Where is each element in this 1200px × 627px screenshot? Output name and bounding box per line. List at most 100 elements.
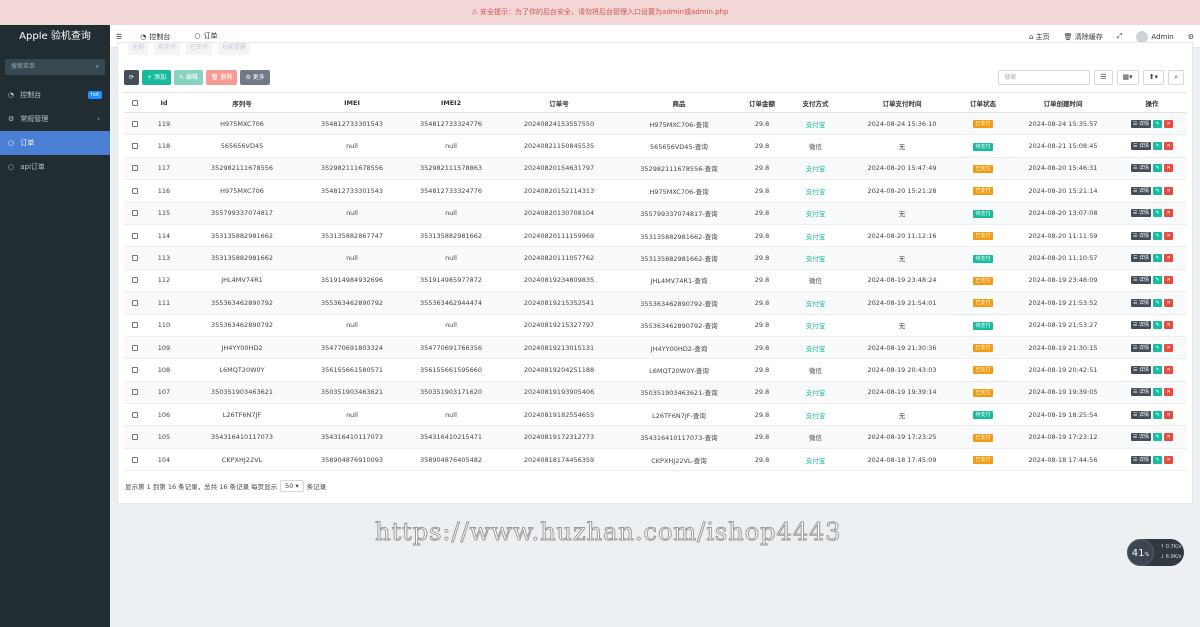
detail-button[interactable]: ☰ 详情 [1130, 119, 1152, 128]
table-row[interactable]: 114 353135882981662 353135882867747 3531358… [124, 224, 1187, 248]
edit-row-button[interactable]: ✎ [1153, 298, 1163, 307]
columns-button[interactable]: ▦▾ [1116, 70, 1139, 85]
row-checkbox[interactable] [132, 322, 138, 329]
detail-button[interactable]: ☰ 详情 [1130, 276, 1152, 285]
menu-search-input[interactable]: 搜索菜单 ⌕ [5, 59, 105, 75]
user-menu[interactable]: Admin [1136, 30, 1174, 43]
detail-button[interactable]: ☰ 详情 [1130, 388, 1152, 397]
edit-row-button[interactable]: ✎ [1153, 142, 1163, 151]
tab-all[interactable]: 全部 [128, 43, 149, 55]
table-row[interactable]: 116 H975MXC706 354812733301543 354812733324… [124, 179, 1187, 203]
detail-button[interactable]: ☰ 详情 [1130, 343, 1152, 352]
col-serial[interactable]: 序列号 [182, 92, 302, 113]
delete-row-button[interactable]: ✕ [1164, 410, 1174, 419]
edit-row-button[interactable]: ✎ [1153, 321, 1163, 330]
row-checkbox[interactable] [132, 120, 138, 127]
row-checkbox[interactable] [132, 411, 138, 418]
detail-button[interactable]: ☰ 详情 [1130, 164, 1152, 173]
delete-row-button[interactable]: ✕ [1164, 142, 1174, 151]
col-imei[interactable]: IMEI [302, 92, 402, 113]
detail-button[interactable]: ☰ 详情 [1130, 254, 1152, 263]
search-button[interactable]: ⌕ [1168, 70, 1184, 85]
add-button[interactable]: + 添加 [142, 70, 171, 85]
delete-row-button[interactable]: ✕ [1164, 388, 1174, 397]
delete-row-button[interactable]: ✕ [1164, 321, 1174, 330]
detail-button[interactable]: ☰ 详情 [1130, 142, 1152, 151]
row-checkbox[interactable] [132, 187, 138, 194]
delete-row-button[interactable]: ✕ [1164, 365, 1174, 374]
table-search-input[interactable]: 搜索 [998, 70, 1091, 85]
col-id[interactable]: Id [146, 92, 182, 113]
row-checkbox[interactable] [132, 210, 138, 217]
tab-unpaid[interactable]: 待支付 [154, 43, 181, 55]
delete-row-button[interactable]: ✕ [1164, 455, 1174, 464]
table-row[interactable]: 111 355363462890792 355363462890792 3553634… [124, 291, 1187, 315]
detail-button[interactable]: ☰ 详情 [1130, 365, 1152, 374]
table-row[interactable]: 104 CKPXHJ22VL 358904876910093 358904876405… [124, 448, 1187, 472]
sidebar-item-general[interactable]: ⚙ 常规管理 ‹ [0, 107, 110, 131]
delete-row-button[interactable]: ✕ [1164, 276, 1174, 285]
table-row[interactable]: 105 354316410117073 354316410117073 3543164… [124, 425, 1187, 449]
page-size-select[interactable]: 50 ▾ [280, 480, 304, 492]
home-link[interactable]: ⌂ 主页 [1029, 32, 1050, 42]
clear-cache-button[interactable]: 🗑 清除缓存 [1064, 32, 1103, 42]
row-checkbox[interactable] [132, 456, 138, 463]
delete-row-button[interactable]: ✕ [1164, 254, 1174, 263]
table-row[interactable]: 118 565656VD45 null null 20240821150845535 56… [124, 134, 1187, 158]
toggle-view-button[interactable]: ☰ [1094, 70, 1113, 85]
edit-row-button[interactable]: ✎ [1153, 388, 1163, 397]
delete-row-button[interactable]: ✕ [1164, 231, 1174, 240]
edit-row-button[interactable]: ✎ [1153, 433, 1163, 442]
table-row[interactable]: 107 350351903463621 350351903463621 3503519… [124, 381, 1187, 405]
sidebar-item-api-orders[interactable]: ○ api订单 [0, 155, 110, 179]
table-row[interactable]: 112 JHL4MV74R1 351914984932696 351914985977… [124, 269, 1187, 293]
delete-row-button[interactable]: ✕ [1164, 186, 1174, 195]
detail-button[interactable]: ☰ 详情 [1130, 321, 1152, 330]
detail-button[interactable]: ☰ 详情 [1130, 410, 1152, 419]
tab-paid[interactable]: 已支付 [186, 43, 213, 55]
row-checkbox[interactable] [132, 255, 138, 262]
fullscreen-icon[interactable]: ⤢ [1117, 32, 1123, 41]
export-button[interactable]: ⬆▾ [1142, 70, 1165, 85]
select-all-checkbox[interactable] [132, 99, 138, 106]
network-widget[interactable]: 41% ↑ 0.7K/s ↓ 6.9K/s [1127, 539, 1184, 566]
delete-row-button[interactable]: ✕ [1164, 433, 1174, 442]
delete-row-button[interactable]: ✕ [1164, 209, 1174, 218]
row-checkbox[interactable] [132, 232, 138, 239]
edit-row-button[interactable]: ✎ [1153, 410, 1163, 419]
table-row[interactable]: 119 H975MXC706 354812733301543 354812733324… [124, 112, 1187, 136]
col-pay-method[interactable]: 支付方式 [784, 92, 847, 113]
col-created[interactable]: 订单创建时间 [1009, 92, 1117, 113]
delete-row-button[interactable]: ✕ [1164, 298, 1174, 307]
col-pay-time[interactable]: 订单支付时间 [847, 92, 957, 113]
row-checkbox[interactable] [132, 344, 138, 351]
edit-row-button[interactable]: ✎ [1153, 455, 1163, 464]
gear-icon[interactable]: ⚙ [1188, 33, 1194, 41]
sidebar-item-orders[interactable]: ○ 订单 [0, 131, 110, 155]
col-product[interactable]: 商品 [618, 92, 740, 113]
table-row[interactable]: 108 L6MQT20W0Y 356155661580571 356155661595… [124, 358, 1187, 382]
col-imei2[interactable]: IMEI2 [402, 92, 500, 113]
edit-row-button[interactable]: ✎ [1153, 209, 1163, 218]
tab-reminder[interactable]: 功能提醒 [218, 43, 251, 55]
edit-row-button[interactable]: ✎ [1153, 186, 1163, 195]
edit-row-button[interactable]: ✎ [1153, 119, 1163, 128]
edit-row-button[interactable]: ✎ [1153, 231, 1163, 240]
edit-row-button[interactable]: ✎ [1153, 254, 1163, 263]
more-button[interactable]: ⚙ 更多 [240, 70, 270, 85]
table-row[interactable]: 115 355799337074817 null null 20240820130708… [124, 202, 1187, 225]
delete-button[interactable]: 🗑 删除 [205, 70, 238, 85]
table-row[interactable]: 109 JH4YY00HD2 354770691803324 354770691766… [124, 336, 1187, 360]
menu-toggle-icon[interactable]: ☰ [116, 33, 122, 41]
table-row[interactable]: 110 355363462890792 null null 20240819215327… [124, 314, 1187, 337]
edit-row-button[interactable]: ✎ [1153, 276, 1163, 285]
sidebar-item-dashboard[interactable]: ◔ 控制台 hot [0, 83, 110, 107]
table-row[interactable]: 117 352982111678556 352982111678556 3529821… [124, 157, 1187, 181]
row-checkbox[interactable] [132, 434, 138, 441]
edit-button[interactable]: ✎ 编辑 [173, 70, 203, 85]
table-row[interactable]: 106 L26TF6N7JF null null 20240819182554655 L2… [124, 403, 1187, 427]
detail-button[interactable]: ☰ 详情 [1130, 186, 1152, 195]
edit-row-button[interactable]: ✎ [1153, 365, 1163, 374]
detail-button[interactable]: ☰ 详情 [1130, 455, 1152, 464]
detail-button[interactable]: ☰ 详情 [1130, 433, 1152, 442]
